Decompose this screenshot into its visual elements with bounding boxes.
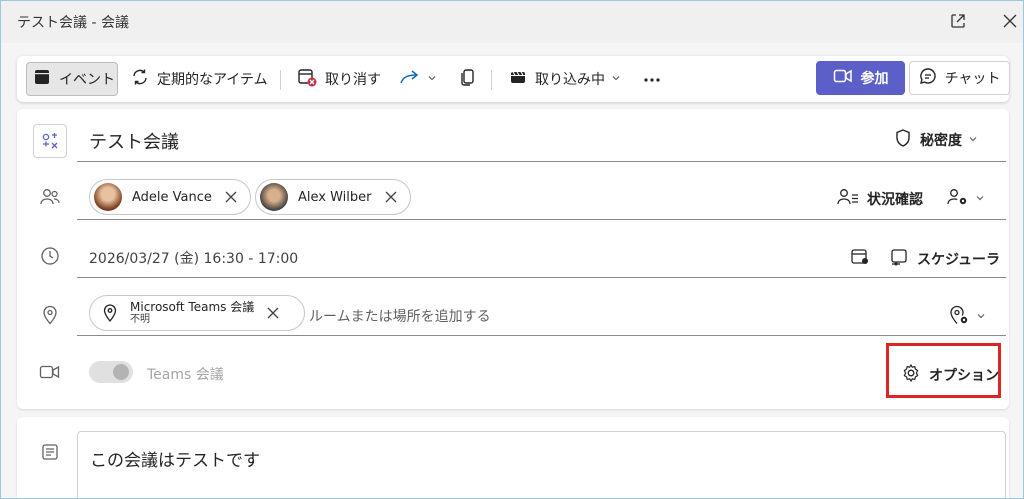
date-underline xyxy=(77,277,1006,278)
chat-label: チャット xyxy=(944,71,1001,87)
remove-location-icon[interactable] xyxy=(266,306,280,320)
meeting-body-panel: この会議はテストです xyxy=(17,417,1009,498)
video-camera-icon xyxy=(833,68,853,88)
title-underline xyxy=(77,161,1006,162)
body-text: この会議はテストです xyxy=(90,451,260,471)
copy-icon xyxy=(459,68,477,90)
location-chip-subtitle: 不明 xyxy=(130,314,150,326)
chevron-down-icon xyxy=(976,309,986,325)
teams-meeting-label: Teams 会議 xyxy=(147,367,224,383)
sensitivity-button[interactable]: 秘密度 xyxy=(894,128,978,152)
shield-icon xyxy=(894,128,912,152)
scheduler-icon xyxy=(889,247,909,271)
join-label: 参加 xyxy=(860,71,889,87)
location-underline xyxy=(77,335,1006,336)
location-chip-title: Microsoft Teams 会議 xyxy=(130,299,255,314)
copy-button[interactable] xyxy=(453,62,483,96)
scheduler-button[interactable]: スケジューラ xyxy=(889,247,1000,271)
cancel-meeting-button[interactable]: 取り消す xyxy=(291,62,387,96)
location-input[interactable]: ルームまたは場所を追加する xyxy=(309,306,491,326)
more-options-button[interactable] xyxy=(637,62,667,96)
copilot-icon[interactable] xyxy=(33,124,67,158)
remove-attendee-icon[interactable] xyxy=(224,190,238,204)
avatar xyxy=(260,183,288,211)
location-icon xyxy=(39,304,61,326)
people-settings-icon xyxy=(947,188,969,210)
tracking-button[interactable]: 状況確認 xyxy=(837,188,923,210)
calendar-cancel-icon xyxy=(297,67,317,91)
attendee-chip[interactable]: Alex Wilber xyxy=(255,179,411,215)
location-settings-icon xyxy=(948,305,970,329)
clapperboard-icon xyxy=(509,68,527,90)
attendee-name: Adele Vance xyxy=(132,189,212,205)
forward-button[interactable] xyxy=(393,62,443,96)
options-highlight-box xyxy=(886,343,1001,398)
teams-meeting-toggle[interactable] xyxy=(89,361,133,383)
join-button[interactable]: 参加 xyxy=(816,61,905,95)
attendee-options-button[interactable] xyxy=(947,188,985,210)
remove-attendee-icon[interactable] xyxy=(384,190,398,204)
event-button[interactable]: イベント xyxy=(26,62,118,96)
chevron-down-icon xyxy=(968,132,978,148)
forward-arrow-icon xyxy=(399,69,421,89)
chevron-down-icon xyxy=(611,71,621,87)
calendar-icon xyxy=(33,68,51,90)
chevron-down-icon xyxy=(427,71,437,87)
recurring-icon xyxy=(131,68,149,90)
window-title: テスト会議 - 会議 xyxy=(17,15,129,31)
meeting-title-input[interactable]: テスト会議 xyxy=(89,128,179,154)
attendee-chip[interactable]: Adele Vance xyxy=(89,179,251,215)
location-options-button[interactable] xyxy=(948,305,986,329)
chevron-down-icon xyxy=(975,191,985,207)
toolbar-divider xyxy=(491,70,492,90)
clock-icon xyxy=(39,245,61,267)
scheduler-label: スケジューラ xyxy=(917,252,1001,268)
meeting-window: テスト会議 - 会議 イベント 定期的なアイテム 取り消す 取り込み中 参加 チ… xyxy=(0,0,1024,499)
datetime-field[interactable]: 2026/03/27 (金) 16:30 - 17:00 xyxy=(89,248,298,268)
title-bar: テスト会議 - 会議 xyxy=(1,1,1023,43)
notes-icon xyxy=(39,441,61,463)
event-label: イベント xyxy=(59,72,115,88)
popout-icon[interactable] xyxy=(945,9,971,33)
recurring-label: 定期的なアイテム xyxy=(157,72,268,88)
people-icon xyxy=(39,186,61,208)
capture-status-button[interactable]: 取り込み中 xyxy=(503,62,627,96)
sensitivity-label: 秘密度 xyxy=(920,133,962,149)
more-icon xyxy=(643,71,661,87)
tracking-label: 状況確認 xyxy=(867,192,923,208)
calendar-person-icon[interactable] xyxy=(849,246,871,268)
body-editor[interactable]: この会議はテストです xyxy=(77,431,1006,498)
person-list-icon xyxy=(837,188,859,210)
toggle-knob xyxy=(113,364,129,380)
chat-icon xyxy=(919,67,937,89)
location-chip-text: Microsoft Teams 会議 不明 xyxy=(130,299,255,326)
capture-label: 取り込み中 xyxy=(535,72,605,88)
meeting-form: テスト会議 秘密度 Adele Vance Alex Wilber 状況確認 2… xyxy=(17,109,1009,409)
attendee-name: Alex Wilber xyxy=(298,189,372,205)
attendees-underline xyxy=(77,219,1006,220)
location-pin-icon xyxy=(102,304,118,322)
ribbon-toolbar: イベント 定期的なアイテム 取り消す 取り込み中 参加 チャット xyxy=(17,56,1010,102)
avatar xyxy=(94,183,122,211)
close-icon[interactable] xyxy=(997,9,1023,33)
toolbar-divider xyxy=(280,70,281,90)
chat-button[interactable]: チャット xyxy=(909,61,1010,95)
cancel-label: 取り消す xyxy=(325,72,381,88)
video-icon xyxy=(39,361,61,383)
location-chip[interactable]: Microsoft Teams 会議 不明 xyxy=(89,295,305,331)
recurring-button[interactable]: 定期的なアイテム xyxy=(125,62,274,96)
